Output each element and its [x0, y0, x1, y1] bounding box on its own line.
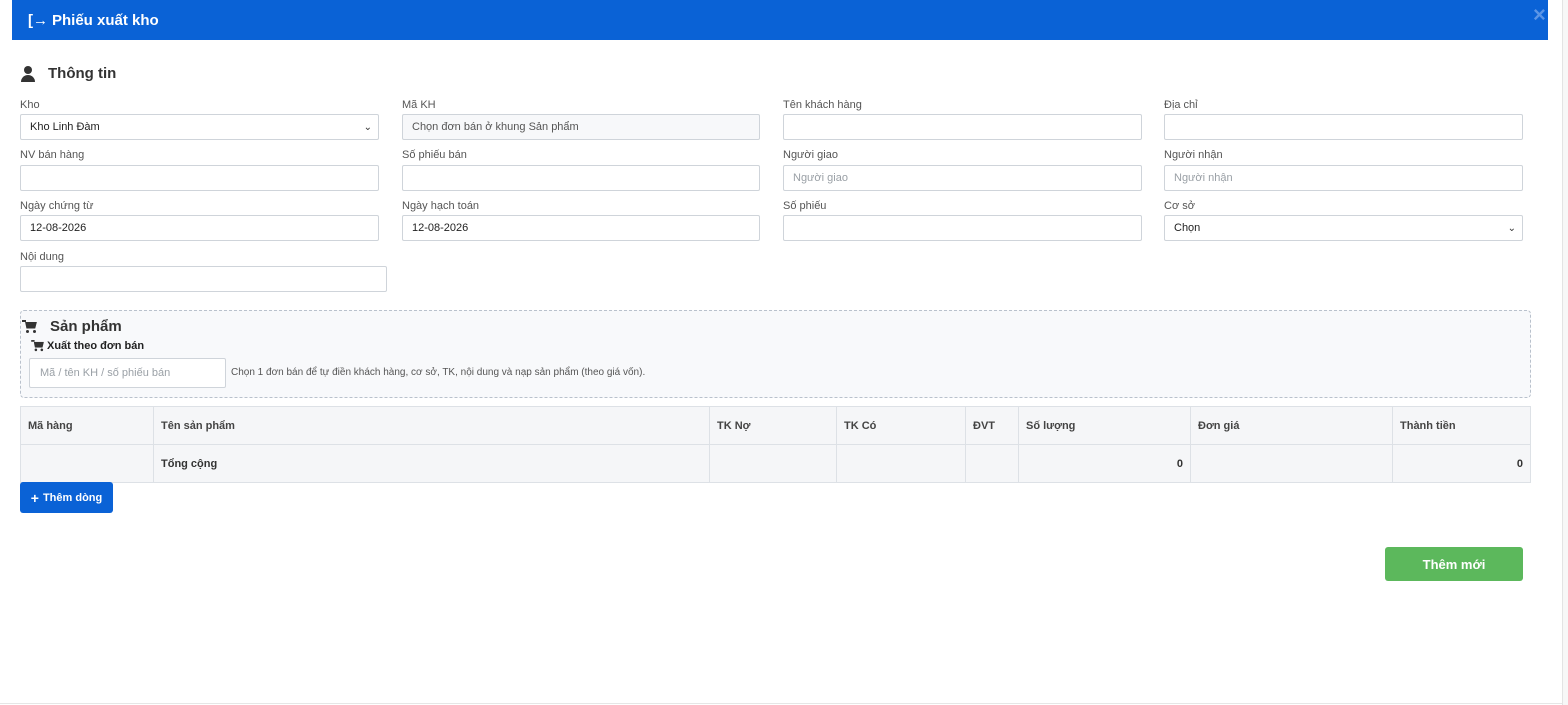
nguoi-nhan-label: Người nhận: [1164, 149, 1223, 161]
plus-icon: +: [30, 489, 39, 506]
chevron-down-icon: ⌄: [1507, 222, 1516, 234]
nguoi-giao-label: Người giao: [783, 149, 838, 161]
sign-out-icon: [→: [28, 11, 48, 29]
order-search-hint: Chọn 1 đơn bán để tự điền khách hàng, cơ…: [231, 367, 646, 378]
order-search-input[interactable]: Mã / tên KH / số phiếu bán: [29, 358, 226, 388]
add-row-button[interactable]: + Thêm dòng: [20, 482, 113, 513]
dia-chi-label: Địa chỉ: [1164, 99, 1198, 111]
ngay-chung-tu-label: Ngày chứng từ: [20, 200, 94, 212]
table-header-row: Mã hàng Tên sản phẩm TK Nợ TK Có ĐVT Số …: [20, 406, 1531, 445]
products-table: Mã hàng Tên sản phẩm TK Nợ TK Có ĐVT Số …: [20, 406, 1531, 483]
col-thanh-tien: Thành tiền: [1392, 406, 1531, 445]
noi-dung-label: Nội dung: [20, 251, 65, 263]
products-panel: [20, 310, 1531, 398]
kho-value: Kho Linh Đàm: [30, 121, 100, 133]
col-ma-hang: Mã hàng: [20, 406, 154, 445]
nv-ban-hang-label: NV bán hàng: [20, 149, 85, 161]
chevron-down-icon: ⌄: [363, 121, 372, 133]
noi-dung-field[interactable]: [20, 266, 387, 292]
nguoi-giao-field[interactable]: Người giao: [783, 165, 1142, 191]
so-phieu-field[interactable]: [783, 215, 1142, 241]
col-tk-co: TK Có: [836, 406, 966, 445]
co-so-value: Chọn: [1174, 222, 1201, 234]
kho-select[interactable]: Kho Linh Đàm ⌄: [20, 114, 379, 140]
products-section-title: Sản phẩm: [22, 318, 122, 335]
divider: [0, 703, 1562, 704]
products-subtitle: Xuất theo đơn bán: [30, 339, 144, 353]
total-cell-empty: [709, 444, 837, 483]
ngay-hach-toan-field[interactable]: 12-08-2026: [402, 215, 760, 241]
co-so-label: Cơ sở: [1164, 200, 1195, 212]
co-so-select[interactable]: Chọn ⌄: [1164, 215, 1523, 241]
col-ten-san-pham: Tên sản phẩm: [153, 406, 710, 445]
so-phieu-ban-field[interactable]: [402, 165, 760, 191]
total-cell-empty: [965, 444, 1019, 483]
total-label: Tổng cộng: [153, 444, 710, 483]
col-so-luong: Số lượng: [1018, 406, 1191, 445]
submit-button[interactable]: Thêm mới: [1385, 547, 1523, 581]
dialog-header: [→ Phiếu xuất kho: [12, 0, 1548, 40]
ngay-chung-tu-field[interactable]: 12-08-2026: [20, 215, 379, 241]
table-total-row: Tổng cộng 0 0: [20, 444, 1531, 483]
nguoi-nhan-field[interactable]: Người nhận: [1164, 165, 1523, 191]
total-quantity: 0: [1018, 444, 1191, 483]
ngay-hach-toan-label: Ngày hạch toán: [402, 200, 480, 212]
ma-kh-field[interactable]: Chọn đơn bán ở khung Sản phẩm: [402, 114, 760, 140]
dia-chi-field[interactable]: [1164, 114, 1523, 140]
col-dvt: ĐVT: [965, 406, 1019, 445]
total-cell-empty: [836, 444, 966, 483]
cart-icon: [22, 319, 38, 334]
add-row-label: Thêm dòng: [42, 491, 103, 504]
cart-icon: [31, 340, 45, 352]
scrollbar[interactable]: [1562, 0, 1568, 705]
total-cell-empty: [1190, 444, 1393, 483]
total-cell-empty: [20, 444, 154, 483]
dialog-title: Phiếu xuất kho: [52, 11, 159, 29]
info-title-text: Thông tin: [48, 65, 117, 82]
close-icon[interactable]: ×: [1533, 4, 1546, 26]
products-title-text: Sản phẩm: [50, 318, 122, 335]
col-don-gia: Đơn giá: [1190, 406, 1393, 445]
so-phieu-ban-label: Số phiếu bán: [402, 149, 467, 161]
user-icon: [20, 65, 36, 82]
kho-label: Kho: [20, 99, 40, 111]
dialog: [→ Phiếu xuất kho × Thông tin Kho Kho Li…: [0, 0, 1568, 705]
ten-kh-field[interactable]: [783, 114, 1142, 140]
so-phieu-label: Số phiếu: [783, 200, 827, 212]
ten-kh-label: Tên khách hàng: [783, 99, 862, 111]
ma-kh-label: Mã KH: [402, 99, 436, 111]
total-amount: 0: [1392, 444, 1531, 483]
col-tk-no: TK Nợ: [709, 406, 837, 445]
products-subtitle-text: Xuất theo đơn bán: [47, 340, 145, 352]
info-section-title: Thông tin: [20, 65, 116, 82]
nv-ban-hang-field[interactable]: [20, 165, 379, 191]
